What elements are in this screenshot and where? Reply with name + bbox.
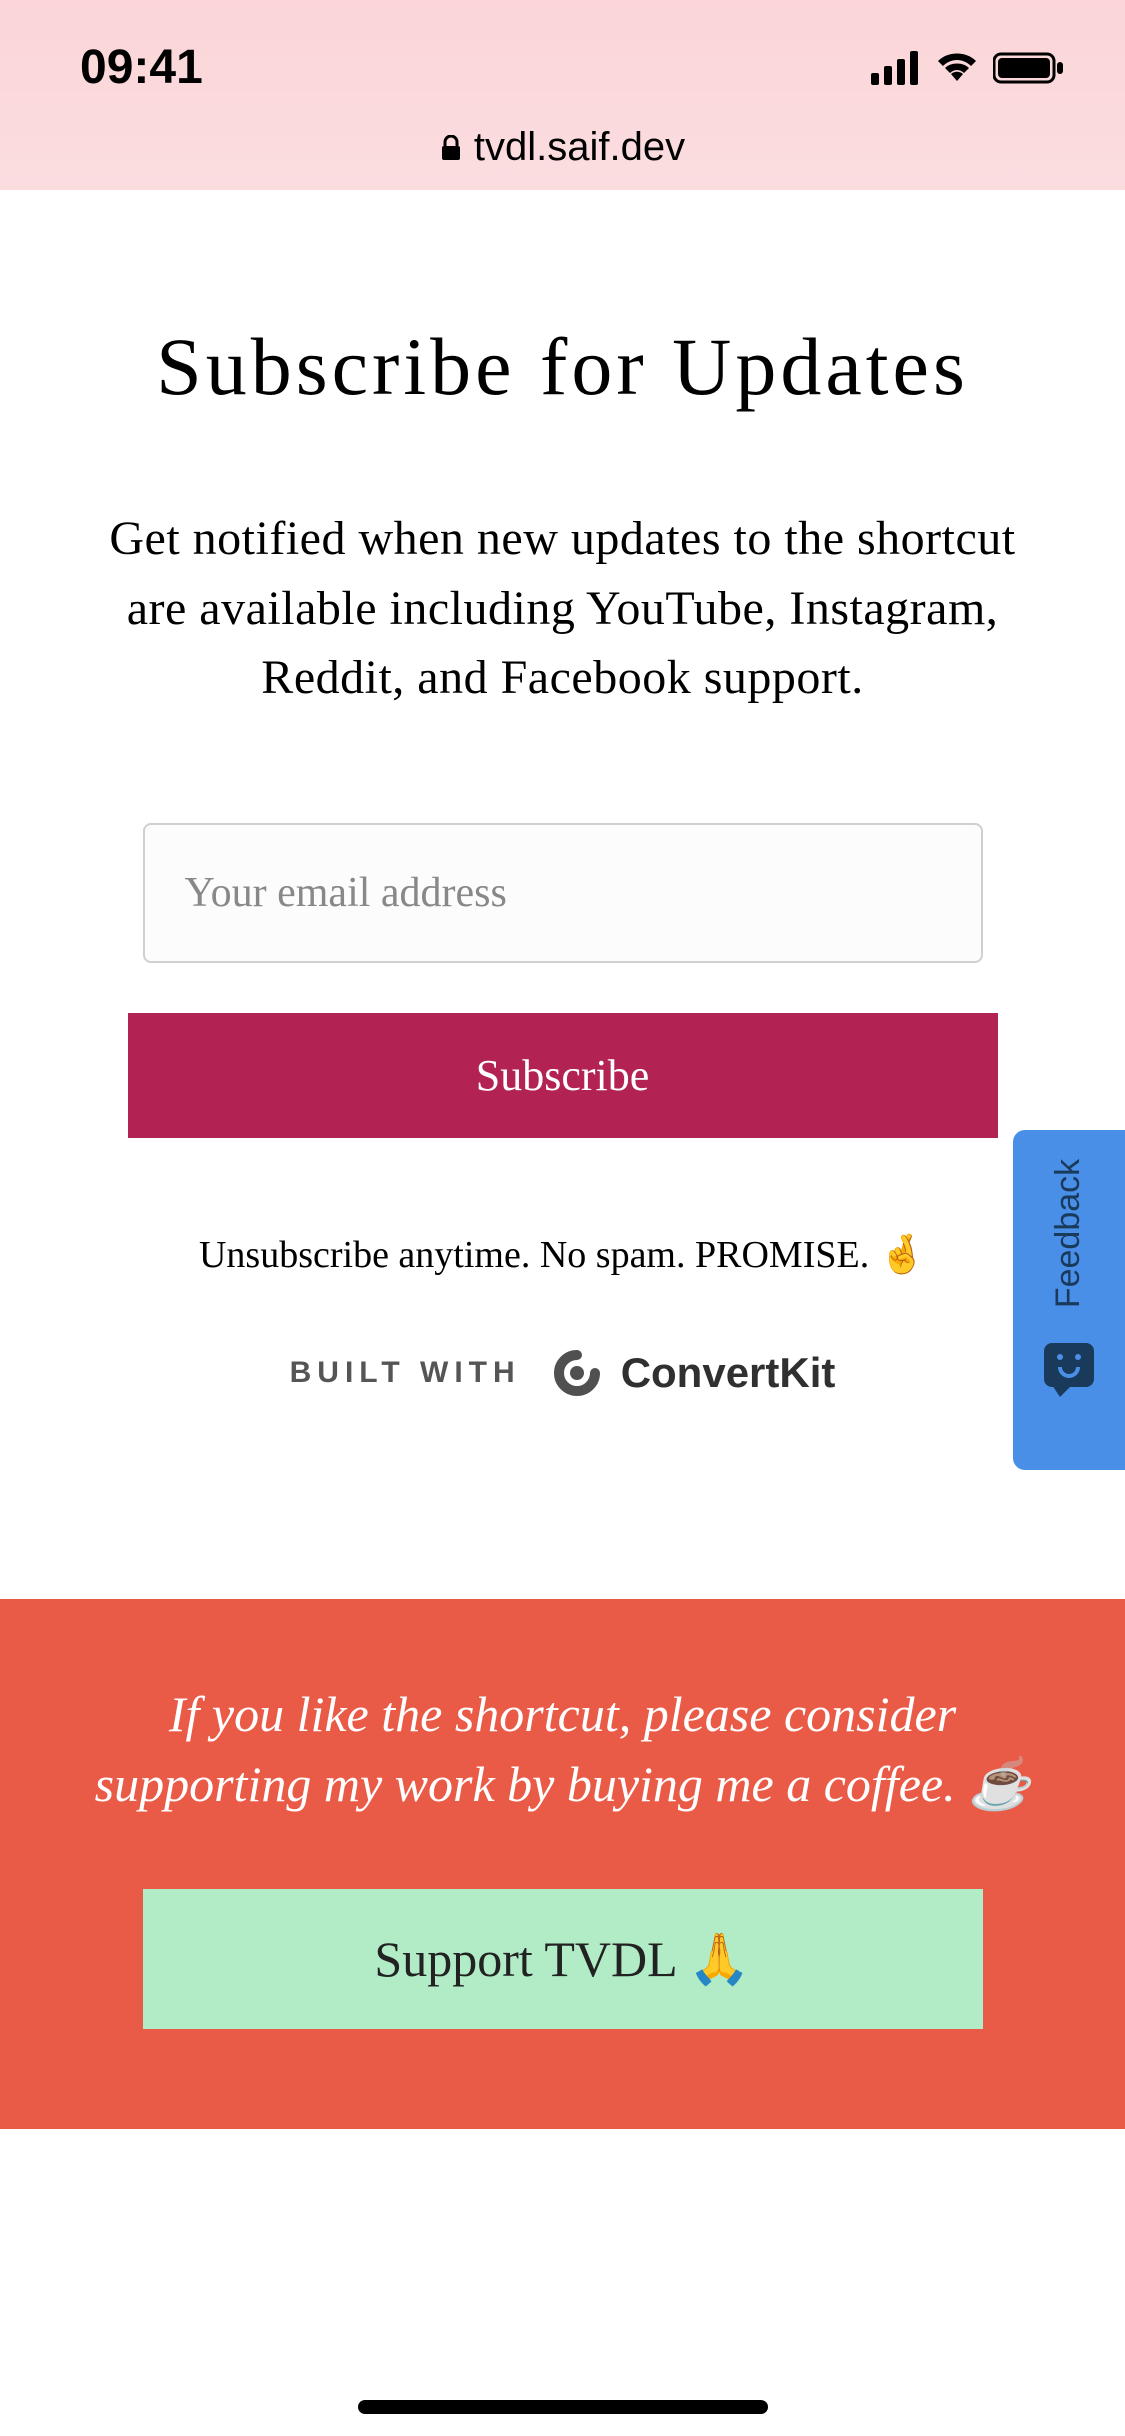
disclaimer-text: Unsubscribe anytime. No spam. PROMISE. 🤞 bbox=[100, 1233, 1025, 1277]
wifi-icon bbox=[933, 51, 981, 85]
convertkit-logo[interactable]: ConvertKit bbox=[551, 1347, 836, 1399]
url-text: tvdl.saif.dev bbox=[474, 125, 685, 170]
lock-icon bbox=[440, 135, 462, 161]
support-button[interactable]: Support TVDL 🙏 bbox=[143, 1889, 983, 2029]
built-with: BUILT WITH ConvertKit bbox=[100, 1347, 1025, 1399]
page-heading: Subscribe for Updates bbox=[100, 320, 1025, 414]
status-icons bbox=[871, 51, 1065, 85]
url-bar[interactable]: tvdl.saif.dev bbox=[0, 125, 1125, 170]
battery-icon bbox=[993, 51, 1065, 85]
home-indicator[interactable] bbox=[358, 2400, 768, 2414]
feedback-label: Feedback bbox=[1050, 1158, 1089, 1307]
support-text: If you like the shortcut, please conside… bbox=[60, 1679, 1065, 1819]
status-bar: 09:41 bbox=[0, 0, 1125, 95]
convertkit-text: ConvertKit bbox=[621, 1349, 836, 1397]
email-field[interactable] bbox=[143, 823, 983, 963]
built-with-label: BUILT WITH bbox=[290, 1356, 521, 1390]
convertkit-icon bbox=[551, 1347, 603, 1399]
main-content: Subscribe for Updates Get notified when … bbox=[0, 190, 1125, 1399]
support-section: If you like the shortcut, please conside… bbox=[0, 1599, 1125, 2129]
chat-icon bbox=[1044, 1343, 1094, 1387]
subscribe-button[interactable]: Subscribe bbox=[128, 1013, 998, 1138]
browser-chrome: 09:41 tvdl.saif.dev bbox=[0, 0, 1125, 190]
status-time: 09:41 bbox=[80, 40, 203, 95]
feedback-tab[interactable]: Feedback bbox=[1013, 1130, 1125, 1470]
page-subtitle: Get notified when new updates to the sho… bbox=[100, 504, 1025, 713]
cellular-icon bbox=[871, 51, 921, 85]
